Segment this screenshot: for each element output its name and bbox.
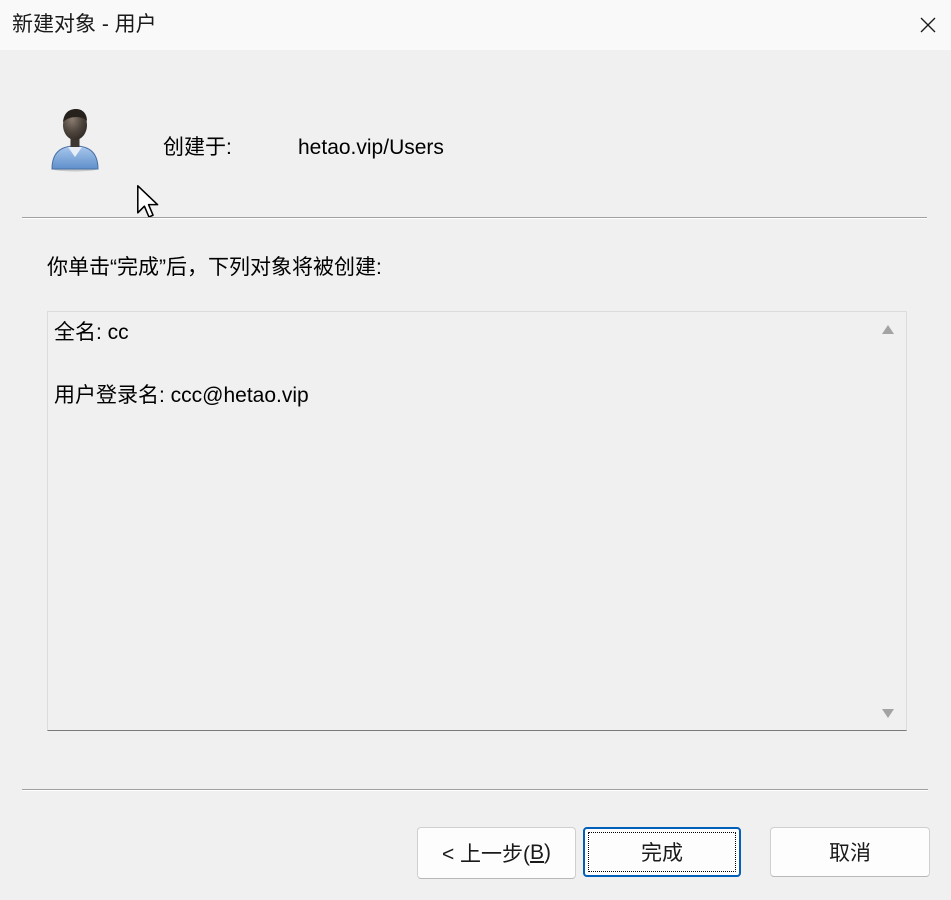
summary-logon-name: 用户登录名: ccc@hetao.vip: [54, 384, 309, 407]
back-button-accelerator: B: [530, 841, 545, 864]
footer-separator: [22, 789, 928, 791]
user-icon: [51, 109, 99, 172]
window-title: 新建对象 - 用户: [12, 13, 157, 36]
vertical-scrollbar[interactable]: [870, 312, 906, 730]
created-in-value: hetao.vip/Users: [298, 136, 444, 159]
back-button[interactable]: < 上一步(B): [417, 827, 576, 879]
close-button[interactable]: [905, 0, 951, 50]
scroll-down-arrow-icon[interactable]: [881, 708, 895, 718]
summary-content: 全名: cc 用户登录名: ccc@hetao.vip: [54, 317, 864, 411]
cancel-button[interactable]: 取消: [770, 827, 930, 877]
finish-button[interactable]: 完成: [583, 827, 741, 877]
cancel-button-label: 取消: [829, 842, 871, 865]
scroll-up-arrow-icon[interactable]: [881, 324, 895, 334]
summary-textbox[interactable]: 全名: cc 用户登录名: ccc@hetao.vip: [47, 311, 907, 731]
back-button-prefix: < 上一步(: [441, 843, 531, 866]
focus-rectangle: [588, 832, 736, 872]
close-icon: [920, 17, 936, 33]
header-separator: [22, 217, 927, 219]
instruction-text: 你单击“完成”后，下列对象将被创建:: [47, 256, 382, 279]
back-button-suffix: ): [544, 841, 552, 864]
mouse-cursor-icon: [137, 185, 159, 218]
summary-full-name: 全名: cc: [54, 321, 129, 344]
created-in-label: 创建于:: [163, 136, 232, 159]
